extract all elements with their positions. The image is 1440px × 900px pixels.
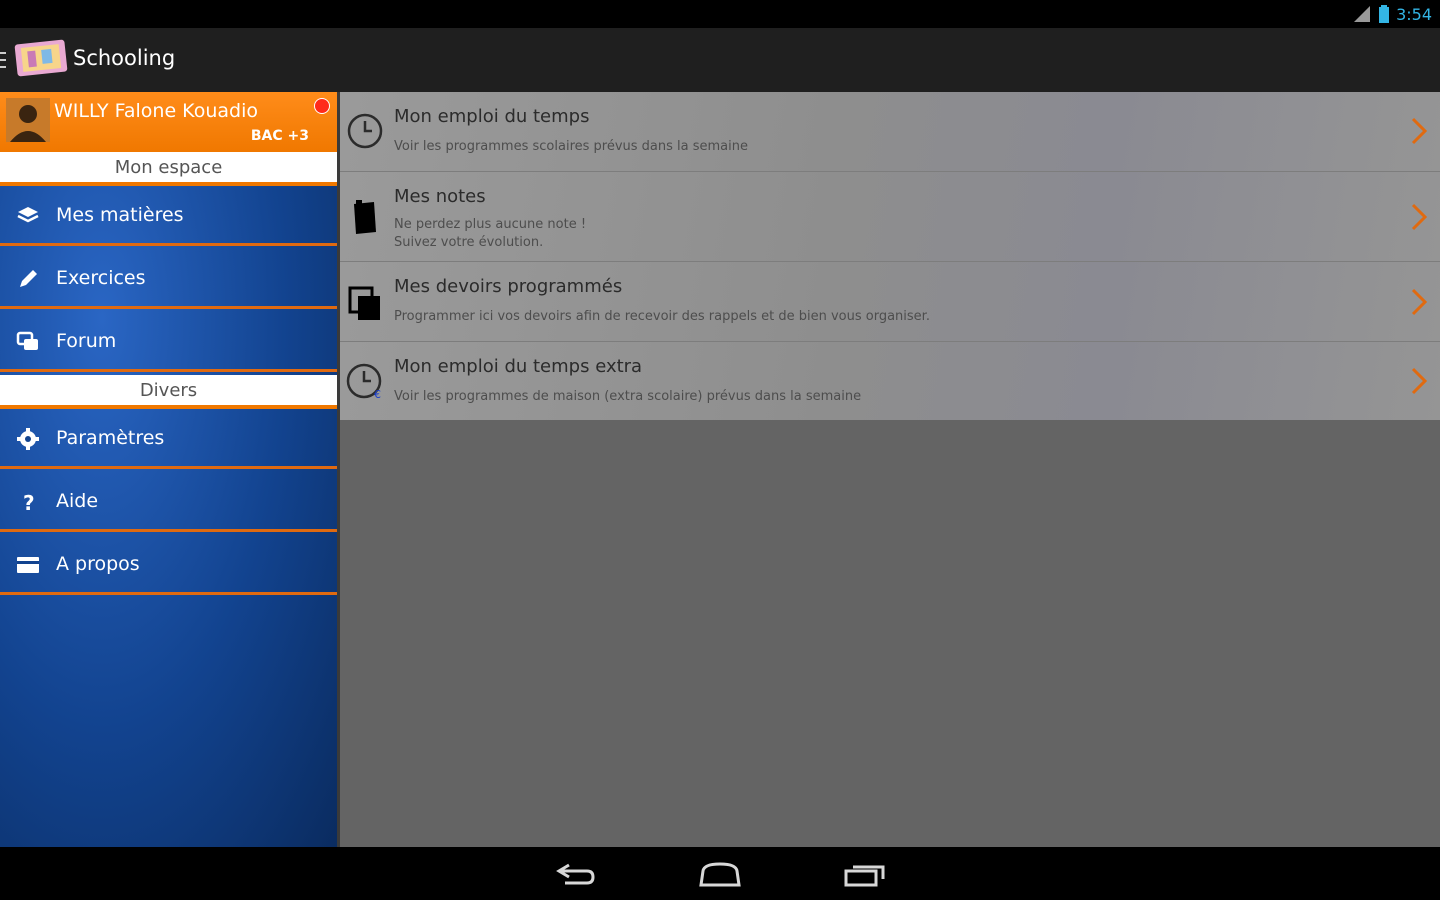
status-bar: 3:54 [0, 0, 1440, 28]
system-navigation-bar [0, 847, 1440, 900]
user-profile-card[interactable]: WILLY Falone Kouadio BAC +3 [0, 92, 337, 152]
home-icon[interactable] [698, 859, 742, 889]
pencil-icon [20, 270, 37, 287]
app-logo-icon[interactable] [14, 38, 68, 78]
recent-apps-icon[interactable] [843, 859, 887, 889]
signal-icon [1354, 6, 1371, 22]
gear-icon [17, 428, 39, 450]
chevron-right-icon [1411, 117, 1428, 145]
stack-icon [17, 207, 39, 223]
item-title: Mes notes [394, 186, 486, 207]
sidebar-item-parametres[interactable]: Paramètres [0, 409, 337, 469]
item-subtitle: Voir les programmes de maison (extra sco… [394, 389, 862, 404]
sidebar-item-label: Aide [56, 490, 99, 512]
card-icon [17, 557, 39, 573]
item-subtitle: Suivez votre évolution. [394, 235, 544, 250]
item-subtitle: Voir les programmes scolaires prévus dan… [394, 139, 748, 154]
list-item-emploi-du-temps-extra[interactable]: € Mon emploi du temps extra Voir les pro… [340, 342, 1440, 420]
app-title: Schooling [73, 46, 176, 70]
battery-icon [1379, 5, 1390, 23]
clock-euro-icon: € [346, 363, 382, 400]
back-icon[interactable] [555, 859, 597, 889]
notebook-icon [354, 200, 376, 234]
sidebar-item-label: Forum [56, 330, 117, 352]
svg-text:?: ? [23, 491, 35, 514]
sidebar-item-a-propos[interactable]: A propos [0, 535, 337, 595]
sidebar-item-label: Exercices [56, 267, 146, 289]
item-subtitle: Programmer ici vos devoirs afin de recev… [394, 309, 930, 324]
clock: 3:54 [1396, 4, 1432, 24]
list-item-emploi-du-temps[interactable]: Mon emploi du temps Voir les programmes … [340, 92, 1440, 172]
user-name: WILLY Falone Kouadio [54, 100, 258, 122]
item-title: Mon emploi du temps extra [394, 356, 643, 377]
chevron-right-icon [1411, 288, 1428, 316]
sidebar-item-forum[interactable]: Forum [0, 312, 337, 372]
sidebar-item-exercices[interactable]: Exercices [0, 249, 337, 309]
avatar [6, 98, 50, 142]
chevron-right-icon [1411, 203, 1428, 231]
list-item-mes-devoirs[interactable]: Mes devoirs programmés Programmer ici vo… [340, 262, 1440, 342]
main-content: Mon emploi du temps Voir les programmes … [340, 92, 1440, 847]
sidebar-item-mes-matieres[interactable]: Mes matières [0, 186, 337, 246]
notification-dot [314, 98, 330, 114]
item-title: Mon emploi du temps [394, 106, 590, 127]
section-header-mon-espace: Mon espace [0, 152, 337, 186]
clock-icon [347, 113, 383, 149]
sidebar-item-label: Paramètres [56, 427, 165, 449]
action-bar: Schooling [0, 28, 1440, 92]
item-title: Mes devoirs programmés [394, 276, 623, 297]
sidebar-item-label: A propos [56, 553, 140, 575]
sidebar-item-label: Mes matières [56, 204, 184, 226]
section-header-divers: Divers [0, 375, 337, 409]
drawer-indicator-icon[interactable] [0, 52, 6, 68]
user-level: BAC +3 [250, 128, 309, 144]
chevron-right-icon [1411, 367, 1428, 395]
navigation-drawer: WILLY Falone Kouadio BAC +3 Mon espace M… [0, 92, 340, 847]
copy-icon [348, 286, 380, 320]
question-icon: ? [23, 491, 35, 514]
sidebar-item-aide[interactable]: ? Aide [0, 472, 337, 532]
status-icons: 3:54 [1352, 4, 1432, 24]
chat-icon [16, 331, 38, 350]
list-item-mes-notes[interactable]: Mes notes Ne perdez plus aucune note ! S… [340, 172, 1440, 262]
item-subtitle: Ne perdez plus aucune note ! [394, 217, 587, 232]
svg-text:€: € [374, 388, 381, 400]
